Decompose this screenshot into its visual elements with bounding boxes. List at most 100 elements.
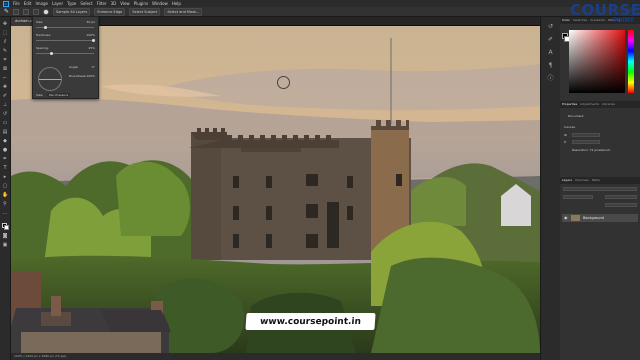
brush-tool-icon[interactable]: ✐ xyxy=(2,93,8,99)
brush-size-slider[interactable] xyxy=(36,26,94,29)
brushes-panel-icon[interactable]: ✐ xyxy=(547,36,555,44)
menu-layer[interactable]: Layer xyxy=(52,1,63,6)
menu-3d[interactable]: 3D xyxy=(111,1,117,6)
resolution-label: Resolution: 72 pixels/inch xyxy=(572,148,611,152)
select-subject-button[interactable]: Select Subject xyxy=(129,7,161,16)
rectangle-tool-icon[interactable]: ▢ xyxy=(2,183,8,189)
history-brush-tool-icon[interactable]: ↺ xyxy=(2,111,8,117)
angle-label: Angle: xyxy=(69,65,79,69)
brush-size-label: Size: xyxy=(36,20,44,24)
spacing-value[interactable]: 25% xyxy=(88,46,95,50)
tab-channels[interactable]: Channels xyxy=(575,177,589,184)
menu-window[interactable]: Window xyxy=(152,1,168,6)
hand-tool-icon[interactable]: ✋ xyxy=(2,192,8,198)
more-tools-icon[interactable]: … xyxy=(2,210,8,216)
dodge-tool-icon[interactable]: ● xyxy=(2,147,8,153)
layer-name[interactable]: Background xyxy=(583,215,604,221)
properties-document-label: Document xyxy=(568,114,584,118)
layer-thumbnail xyxy=(571,215,580,221)
type-tool-icon[interactable]: T xyxy=(2,165,8,171)
tab-paths[interactable]: Paths xyxy=(592,177,600,184)
tab-properties[interactable]: Properties xyxy=(562,101,577,108)
path-selection-tool-icon[interactable]: ▸ xyxy=(2,174,8,180)
menu-file[interactable]: File xyxy=(13,1,20,6)
brush-size-value[interactable]: 30 px xyxy=(87,20,95,24)
eraser-tool-icon[interactable]: ▭ xyxy=(2,120,8,126)
photoshop-logo-icon[interactable]: Ps xyxy=(3,0,9,7)
hardness-value[interactable]: 100% xyxy=(86,33,95,37)
add-selection-button[interactable] xyxy=(23,8,30,15)
brush-size-knob[interactable] xyxy=(44,26,47,29)
menu-view[interactable]: View xyxy=(120,1,130,6)
history-panel-icon[interactable]: ↺ xyxy=(547,23,555,31)
clone-stamp-tool-icon[interactable]: ⊥ xyxy=(2,102,8,108)
roundness-value[interactable]: 100% xyxy=(86,74,95,78)
quick-select-tool-icon[interactable]: ✎ xyxy=(4,8,9,15)
background-color-swatch[interactable] xyxy=(3,225,9,230)
spacing-knob[interactable] xyxy=(50,52,53,55)
roundness-label: Roundness: xyxy=(69,74,87,78)
angle-value[interactable]: 0° xyxy=(92,65,95,69)
healing-brush-tool-icon[interactable]: ✚ xyxy=(2,84,8,90)
spacing-slider[interactable] xyxy=(36,52,94,55)
sample-all-layers-checkbox[interactable]: Sample All Layers xyxy=(53,7,91,16)
blend-mode-dropdown[interactable] xyxy=(563,195,593,199)
lasso-tool-icon[interactable]: ℓ xyxy=(2,39,8,45)
hardness-knob[interactable] xyxy=(92,39,95,42)
menu-help[interactable]: Help xyxy=(172,1,181,6)
hardness-slider[interactable] xyxy=(36,39,95,42)
tab-layers[interactable]: Layers xyxy=(562,177,572,184)
enhance-edge-checkbox[interactable]: Enhance Edge xyxy=(94,7,126,16)
layer-filter-bar[interactable] xyxy=(563,187,637,191)
tab-libraries[interactable]: Libraries xyxy=(602,101,615,108)
quick-select-tool-icon[interactable]: ✎ xyxy=(2,48,8,54)
spacing-label: Spacing: xyxy=(36,46,49,50)
layers-panel-tabs: Layers Channels Paths xyxy=(560,177,640,184)
properties-canvas-label: Canvas xyxy=(564,125,576,129)
width-field[interactable] xyxy=(572,133,600,137)
color-picker-field[interactable] xyxy=(569,30,625,93)
blur-tool-icon[interactable]: ◆ xyxy=(2,138,8,144)
frame-tool-icon[interactable]: ⊠ xyxy=(2,66,8,72)
tab-adjustments[interactable]: Adjustments xyxy=(580,101,599,108)
menu-edit[interactable]: Edit xyxy=(24,1,32,6)
opacity-field[interactable] xyxy=(605,195,637,199)
crop-tool-icon[interactable]: ⌗ xyxy=(2,57,8,63)
color-swatches[interactable] xyxy=(1,223,9,230)
brush-preset-picker[interactable] xyxy=(43,8,50,15)
pressure-dropdown[interactable]: Pen Pressure xyxy=(47,93,71,97)
marquee-tool-icon[interactable]: ⬚ xyxy=(2,30,8,36)
menu-select[interactable]: Select xyxy=(80,1,92,6)
pen-tool-icon[interactable]: ✒ xyxy=(2,156,8,162)
pressure-label: Size: xyxy=(36,93,44,97)
hue-slider[interactable] xyxy=(628,30,634,93)
menu-type[interactable]: Type xyxy=(67,1,76,6)
eyedropper-tool-icon[interactable]: ⌐ xyxy=(2,75,8,81)
menu-image[interactable]: Image xyxy=(35,1,48,6)
paragraph-panel-icon[interactable]: ¶ xyxy=(547,62,555,70)
subtract-selection-button[interactable] xyxy=(33,8,40,15)
brush-cursor xyxy=(277,76,290,89)
menu-filter[interactable]: Filter xyxy=(97,1,107,6)
new-selection-button[interactable] xyxy=(13,8,20,15)
move-tool-icon[interactable]: ✥ xyxy=(2,21,8,27)
properties-panel-tabs: Properties Adjustments Libraries xyxy=(560,101,640,108)
tab-color[interactable]: Color xyxy=(562,17,570,24)
gradient-tool-icon[interactable]: ▤ xyxy=(2,129,8,135)
tools-panel: ✥ ⬚ ℓ ✎ ⌗ ⊠ ⌐ ✚ ✐ ⊥ ↺ ▭ ▤ ◆ ● ✒ T ▸ ▢ ✋ … xyxy=(0,17,11,360)
height-field[interactable] xyxy=(572,140,600,144)
hardness-label: Hardness: xyxy=(36,33,52,37)
screen-mode-icon[interactable]: ▣ xyxy=(2,242,8,248)
angle-roundness-widget[interactable] xyxy=(38,67,62,91)
info-panel-icon[interactable]: ⓘ xyxy=(547,75,555,83)
menu-plugins[interactable]: Plugins xyxy=(134,1,148,6)
select-and-mask-button[interactable]: Select and Mask... xyxy=(164,7,203,16)
height-label: H xyxy=(564,140,567,144)
layer-row[interactable]: ◉ Background xyxy=(562,214,638,222)
character-panel-icon[interactable]: A xyxy=(547,49,555,57)
eye-icon[interactable]: ◉ xyxy=(564,215,568,220)
zoom-tool-icon[interactable]: ⚲ xyxy=(2,201,8,207)
fill-field[interactable] xyxy=(605,203,637,207)
watermark-brand: COURSE xyxy=(570,1,640,19)
quick-mask-icon[interactable]: ◙ xyxy=(2,233,8,239)
